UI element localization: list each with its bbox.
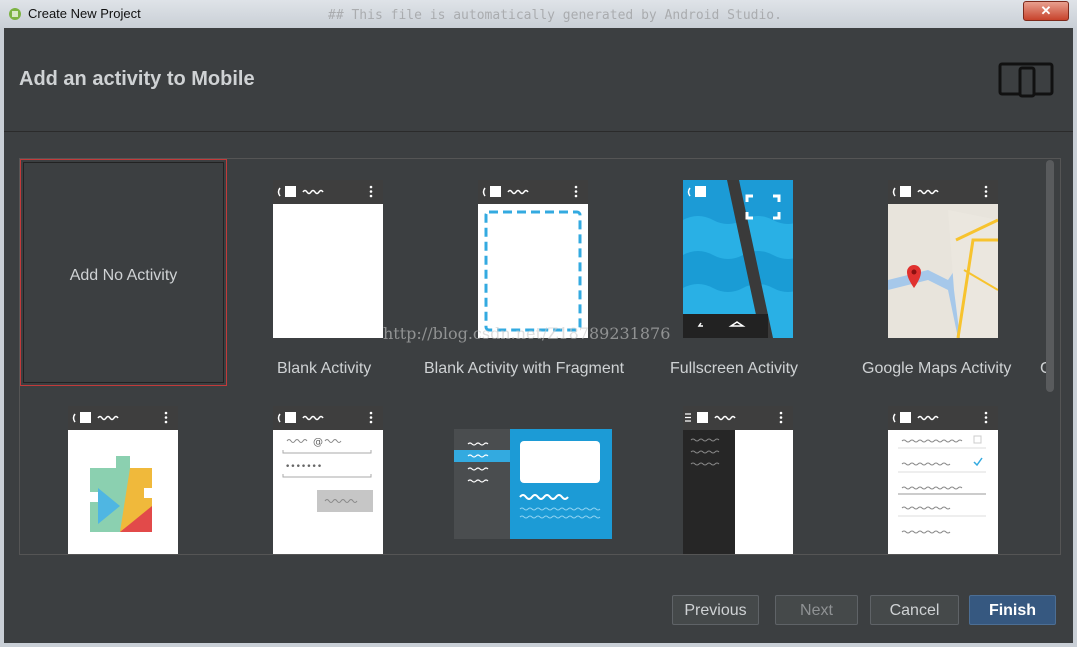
gallery-scrollbar[interactable] — [1046, 160, 1054, 392]
next-button[interactable]: Next — [775, 595, 858, 625]
finish-button-label: Finish — [988, 602, 1037, 619]
android-studio-icon — [9, 8, 21, 20]
blank-activity-fragment-label: Blank Activity with Fragment — [424, 360, 625, 377]
close-window-button[interactable]: ✕ — [1023, 1, 1069, 21]
navigation-drawer-preview — [683, 406, 793, 554]
google-maps-activity-label: Google Maps Activity — [862, 360, 1012, 377]
settings-activity-tile[interactable] — [888, 406, 998, 554]
login-activity-tile[interactable]: @ ••••••• — [273, 406, 383, 554]
finish-button[interactable]: Finish — [969, 595, 1056, 625]
blank-activity-label: Blank Activity — [277, 360, 372, 377]
blank-activity-fragment-tile[interactable] — [478, 180, 588, 343]
cancel-button[interactable]: Cancel — [870, 595, 959, 625]
google-maps-activity-preview — [888, 180, 999, 339]
watermark-text: http://blog.csdn.net/Z18789231876 — [383, 324, 671, 343]
login-activity-preview: @ ••••••• — [273, 406, 383, 554]
svg-text:@: @ — [313, 437, 323, 448]
dialog-header: Add an activity to Mobile — [4, 28, 1073, 132]
background-code-text: ## This file is automatically generated … — [328, 8, 782, 23]
window-title: Create New Project — [28, 6, 141, 21]
previous-button[interactable]: Previous — [672, 595, 759, 625]
master-detail-flow-tile[interactable] — [454, 429, 612, 544]
page-title: Add an activity to Mobile — [19, 68, 255, 90]
add-no-activity-label: Add No Activity — [69, 267, 178, 284]
activity-gallery[interactable]: Add No Activity Blank Activity Blank Act… — [19, 158, 1061, 555]
phone-tablet-icon — [998, 62, 1054, 98]
add-no-activity-tile[interactable]: Add No Activity — [20, 159, 227, 386]
master-detail-flow-preview — [454, 429, 612, 539]
fullscreen-activity-label: Fullscreen Activity — [670, 360, 799, 377]
window-titlebar: Create New Project ## This file is autom… — [0, 0, 1077, 29]
fullscreen-activity-preview — [683, 180, 803, 338]
header-divider — [4, 131, 1073, 132]
google-maps-activity-tile[interactable] — [888, 180, 999, 343]
previous-button-label: Previous — [684, 602, 747, 619]
google-play-services-icon — [68, 406, 178, 554]
google-play-services-tile[interactable] — [68, 406, 178, 554]
svg-text:•••••••: ••••••• — [285, 462, 322, 472]
blank-activity-tile[interactable] — [273, 180, 383, 343]
add-no-activity-preview: Add No Activity — [23, 162, 224, 383]
settings-activity-preview — [888, 406, 998, 554]
cancel-button-label: Cancel — [889, 602, 940, 619]
blank-activity-preview — [273, 180, 383, 338]
navigation-drawer-tile[interactable] — [683, 406, 793, 554]
blank-activity-fragment-preview — [478, 180, 588, 338]
next-button-label: Next — [800, 602, 833, 619]
fullscreen-activity-tile[interactable] — [683, 180, 803, 343]
